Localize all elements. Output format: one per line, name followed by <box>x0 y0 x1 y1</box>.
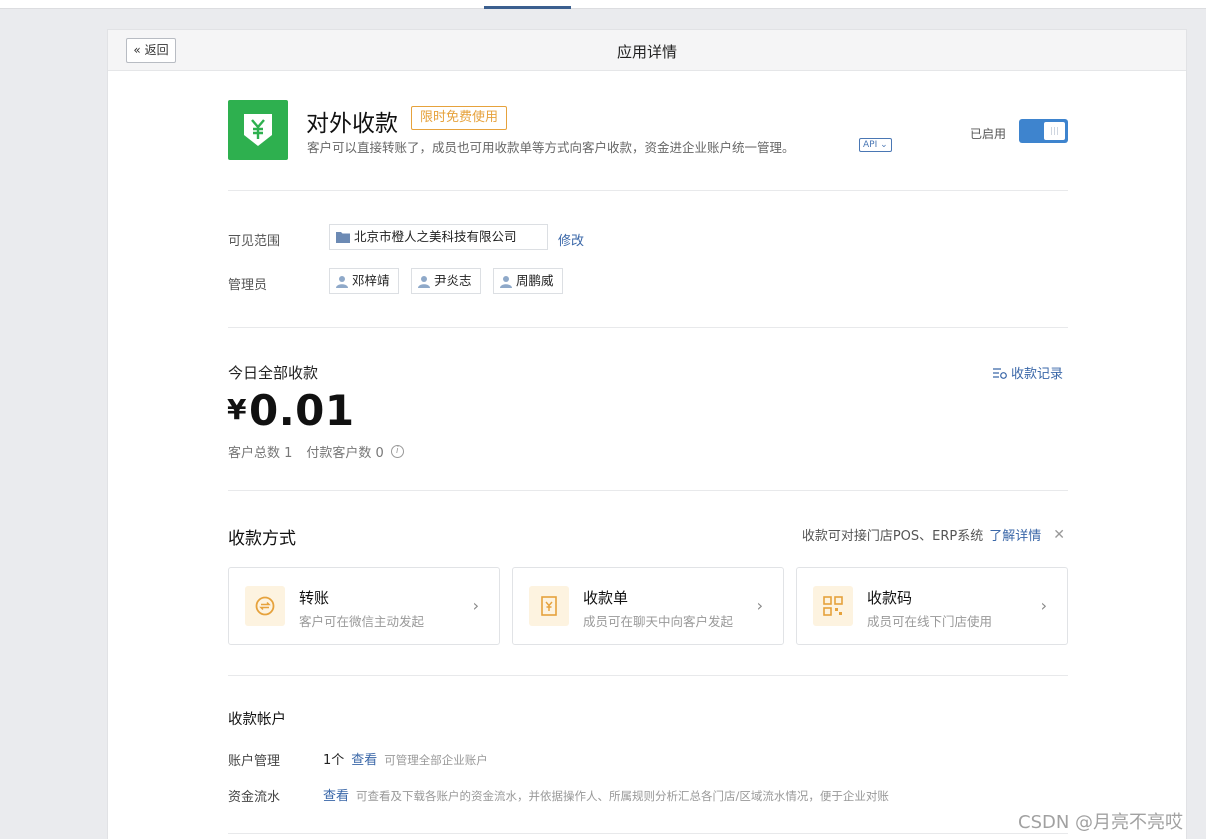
account-view-link[interactable]: 查看 <box>351 749 377 768</box>
admin-name: 邓梓靖 <box>352 273 390 288</box>
chevron-right-icon: › <box>472 596 479 615</box>
divider <box>228 490 1068 491</box>
amount-value: 0.01 <box>248 386 355 435</box>
user-icon <box>336 275 348 288</box>
qrcode-icon <box>813 586 853 626</box>
method-card-receipt[interactable]: 收款单 成员可在聊天中向客户发起 › <box>512 567 784 645</box>
records-label: 收款记录 <box>1011 367 1064 382</box>
close-icon[interactable]: ✕ <box>1053 527 1065 543</box>
card-subtitle: 成员可在线下门店使用 <box>867 614 993 629</box>
admin-chip: 尹炎志 <box>411 268 481 294</box>
fund-flow-view-link[interactable]: 查看 <box>323 785 349 804</box>
currency-symbol: ¥ <box>227 393 247 426</box>
app-detail-panel: « 返回 应用详情 对外收款 限时免费使用 客户可以直接转账了，成员也可用收款单… <box>107 29 1187 839</box>
chevron-right-icon: › <box>756 596 763 615</box>
admin-chip: 邓梓靖 <box>329 268 399 294</box>
today-amount: ¥0.01 <box>227 386 355 435</box>
paying-customers: 付款客户数 0 <box>306 446 384 461</box>
folder-icon <box>336 232 350 243</box>
app-description: 客户可以直接转账了，成员也可用收款单等方式向客户收款，资金进企业账户统一管理。 <box>307 140 795 155</box>
method-card-qrcode[interactable]: 收款码 成员可在线下门店使用 › <box>796 567 1068 645</box>
learn-more-link[interactable]: 了解详情 <box>989 525 1041 544</box>
api-dropdown[interactable]: API ⌄ <box>859 138 892 152</box>
accounts-title: 收款帐户 <box>228 712 286 728</box>
customers-total: 客户总数 1 <box>228 446 293 461</box>
fund-flow-label: 资金流水 <box>228 790 281 805</box>
free-trial-badge: 限时免费使用 <box>411 106 508 130</box>
info-icon[interactable]: i <box>390 445 404 458</box>
account-manage-hint: 可管理全部企业账户 <box>384 753 488 767</box>
payment-records-link[interactable]: 收款记录 <box>993 363 1063 382</box>
api-label: API <box>863 140 878 150</box>
divider <box>228 833 1068 834</box>
fund-flow-hint: 可查看及下载各账户的资金流水，并依据操作人、所属规则分析汇总各门店/区域流水情况… <box>356 789 889 803</box>
toggle-knob <box>1044 122 1065 140</box>
admin-name: 尹炎志 <box>434 273 472 288</box>
panel-header: « 返回 应用详情 <box>108 30 1186 71</box>
visibility-label: 可见范围 <box>228 234 281 249</box>
card-title: 转账 <box>299 589 330 607</box>
admin-chip: 周鹏威 <box>493 268 563 294</box>
transfer-icon <box>245 586 285 626</box>
card-subtitle: 客户可在微信主动发起 <box>299 614 425 629</box>
modify-link[interactable]: 修改 <box>558 230 584 249</box>
admins-label: 管理员 <box>228 278 268 293</box>
enabled-status-label: 已启用 <box>970 127 1007 141</box>
chevron-down-icon: ⌄ <box>880 140 888 150</box>
pos-note-text: 收款可对接门店POS、ERP系统 <box>801 529 984 544</box>
top-tab-bar <box>0 0 1206 9</box>
card-subtitle: 成员可在聊天中向客户发起 <box>583 614 734 629</box>
method-card-transfer[interactable]: 转账 客户可在微信主动发起 › <box>228 567 500 645</box>
user-icon <box>500 275 512 288</box>
visibility-org-name: 北京市橙人之美科技有限公司 <box>354 229 517 244</box>
pos-integration-note: 收款可对接门店POS、ERP系统 了解详情 ✕ <box>801 525 1065 545</box>
user-icon <box>418 275 430 288</box>
divider <box>228 675 1068 676</box>
today-total-label: 今日全部收款 <box>228 364 319 382</box>
account-manage-label: 账户管理 <box>228 754 281 769</box>
records-list-icon <box>993 367 1007 379</box>
payment-methods-title: 收款方式 <box>228 529 296 549</box>
admin-name: 周鹏威 <box>516 273 554 288</box>
divider <box>228 190 1068 191</box>
page-title: 应用详情 <box>616 43 677 61</box>
chevron-right-icon: › <box>1040 596 1047 615</box>
card-title: 收款单 <box>583 589 629 607</box>
watermark: CSDN @月亮不亮哎 <box>1018 812 1184 833</box>
card-title: 收款码 <box>867 589 913 607</box>
app-name: 对外收款 <box>306 111 398 137</box>
fund-flow-row: 查看 可查看及下载各账户的资金流水，并依据操作人、所属规则分析汇总各门店/区域流… <box>323 785 889 804</box>
app-logo-icon <box>228 100 288 160</box>
account-manage-row: 1个 查看 可管理全部企业账户 <box>323 749 488 768</box>
divider <box>228 327 1068 328</box>
customer-stats: 客户总数 1 付款客户数 0 i <box>228 442 404 461</box>
visibility-org-chip: 北京市橙人之美科技有限公司 <box>329 224 548 250</box>
account-count: 1个 <box>323 753 345 768</box>
enable-toggle[interactable] <box>1019 119 1068 143</box>
receipt-icon <box>529 586 569 626</box>
active-tab-indicator <box>484 6 571 9</box>
